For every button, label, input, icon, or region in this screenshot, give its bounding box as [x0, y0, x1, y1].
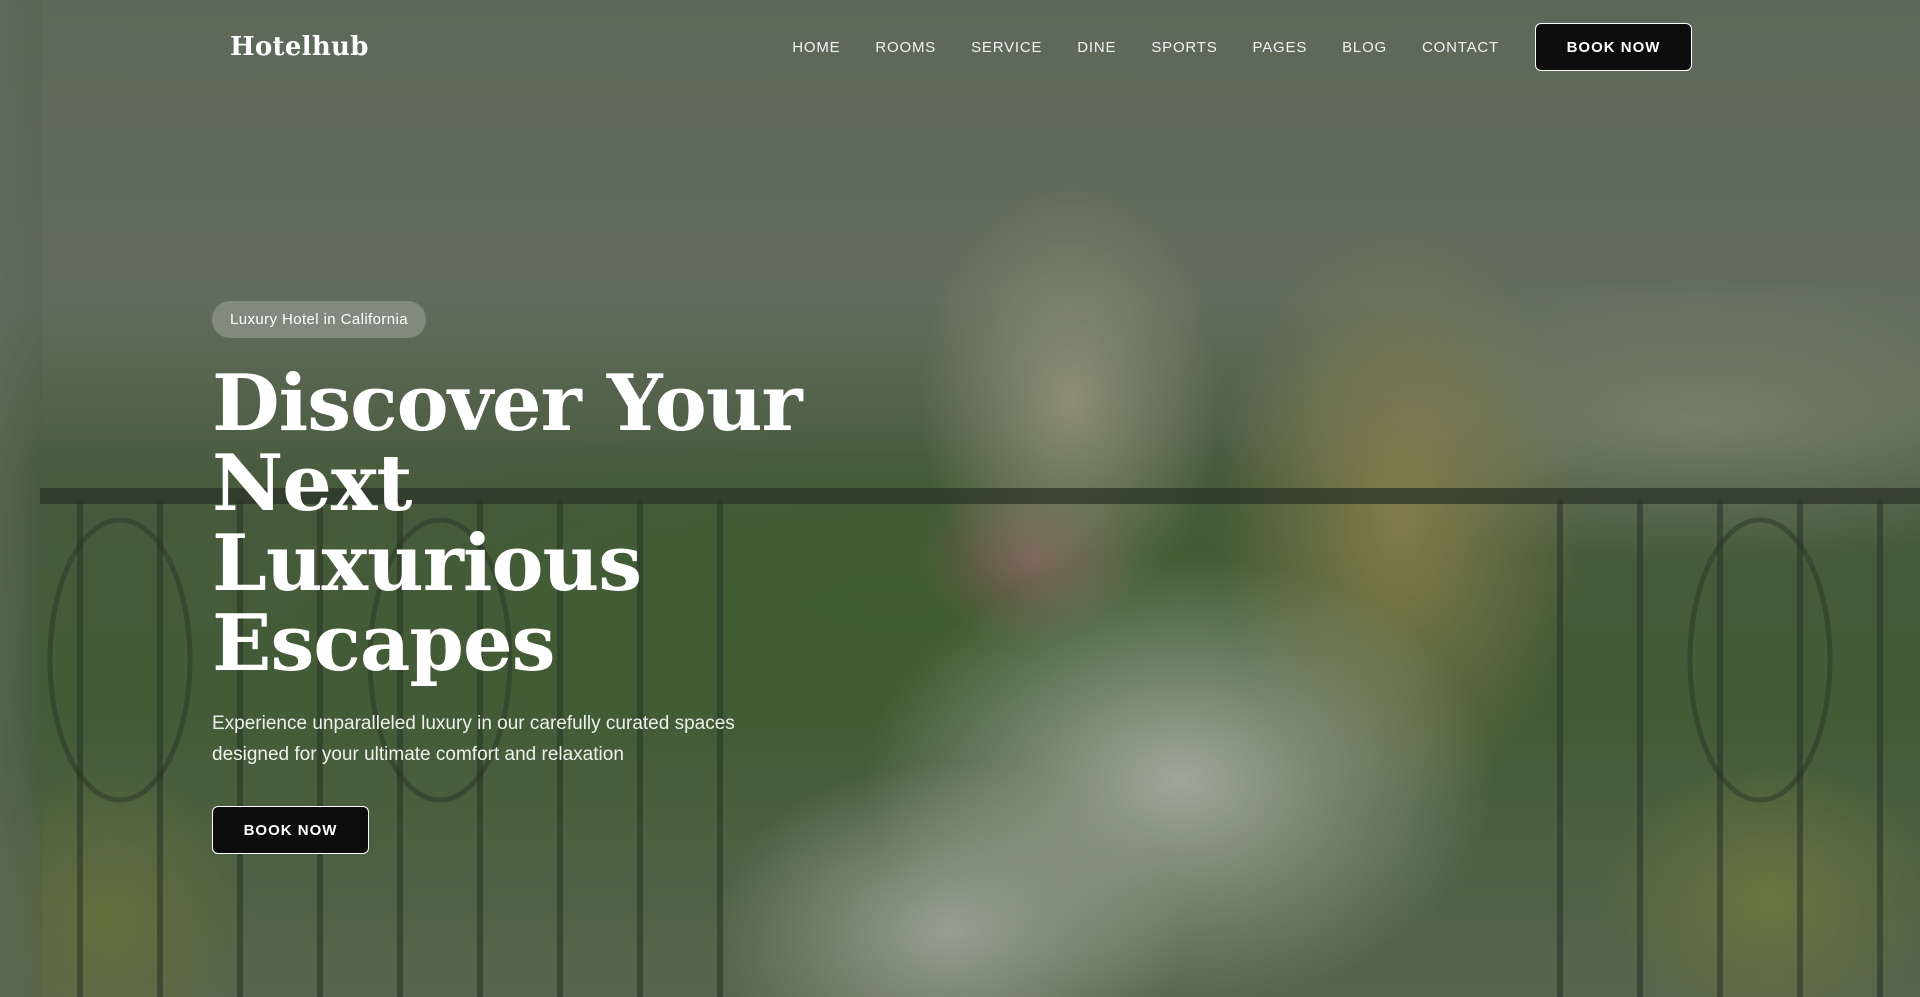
nav-right-group: HOME ROOMS SERVICE DINE SPORTS PAGES BLO…: [792, 23, 1692, 71]
nav-item-service[interactable]: SERVICE: [971, 39, 1042, 56]
brand-logo[interactable]: Hotelhub: [230, 32, 369, 62]
nav-item-dine[interactable]: DINE: [1077, 39, 1116, 56]
hero-title-line-1: Discover Your Next: [212, 358, 803, 529]
nav-item-pages[interactable]: PAGES: [1253, 39, 1308, 56]
hero-section: Hotelhub HOME ROOMS SERVICE DINE SPORTS …: [0, 0, 1920, 997]
top-navbar: Hotelhub HOME ROOMS SERVICE DINE SPORTS …: [212, 22, 1692, 72]
nav-book-now-button[interactable]: BOOK NOW: [1535, 23, 1692, 71]
hero-subtitle: Experience unparalleled luxury in our ca…: [212, 708, 812, 770]
nav-item-home[interactable]: HOME: [792, 39, 840, 56]
hero-subtitle-line-1: Experience unparalleled luxury in our ca…: [212, 713, 735, 734]
main-menu: HOME ROOMS SERVICE DINE SPORTS PAGES BLO…: [792, 39, 1499, 56]
hero-content: Luxury Hotel in California Discover Your…: [212, 301, 972, 854]
hero-title: Discover Your Next Luxurious Escapes: [212, 364, 972, 684]
nav-item-sports[interactable]: SPORTS: [1151, 39, 1217, 56]
nav-item-rooms[interactable]: ROOMS: [875, 39, 936, 56]
hero-subtitle-line-2: designed for your ultimate comfort and r…: [212, 744, 624, 765]
nav-item-contact[interactable]: CONTACT: [1422, 39, 1499, 56]
hero-title-line-2: Luxurious Escapes: [212, 518, 642, 689]
hero-book-now-button[interactable]: BOOK NOW: [212, 806, 369, 854]
nav-item-blog[interactable]: BLOG: [1342, 39, 1387, 56]
location-badge: Luxury Hotel in California: [212, 301, 426, 338]
